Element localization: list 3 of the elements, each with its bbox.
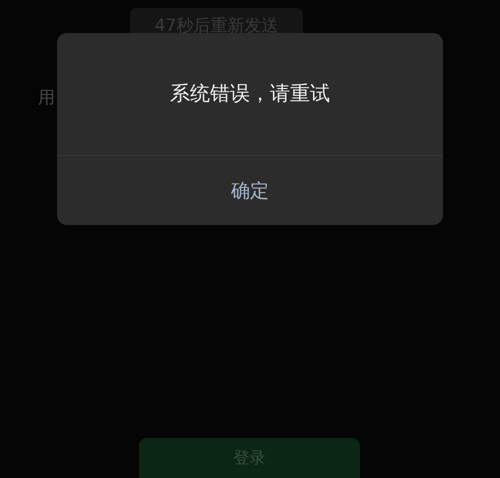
confirm-button[interactable]: 确定 (57, 156, 443, 225)
field-label: 用 (38, 88, 55, 108)
dialog-message: 系统错误，请重试 (57, 33, 443, 156)
